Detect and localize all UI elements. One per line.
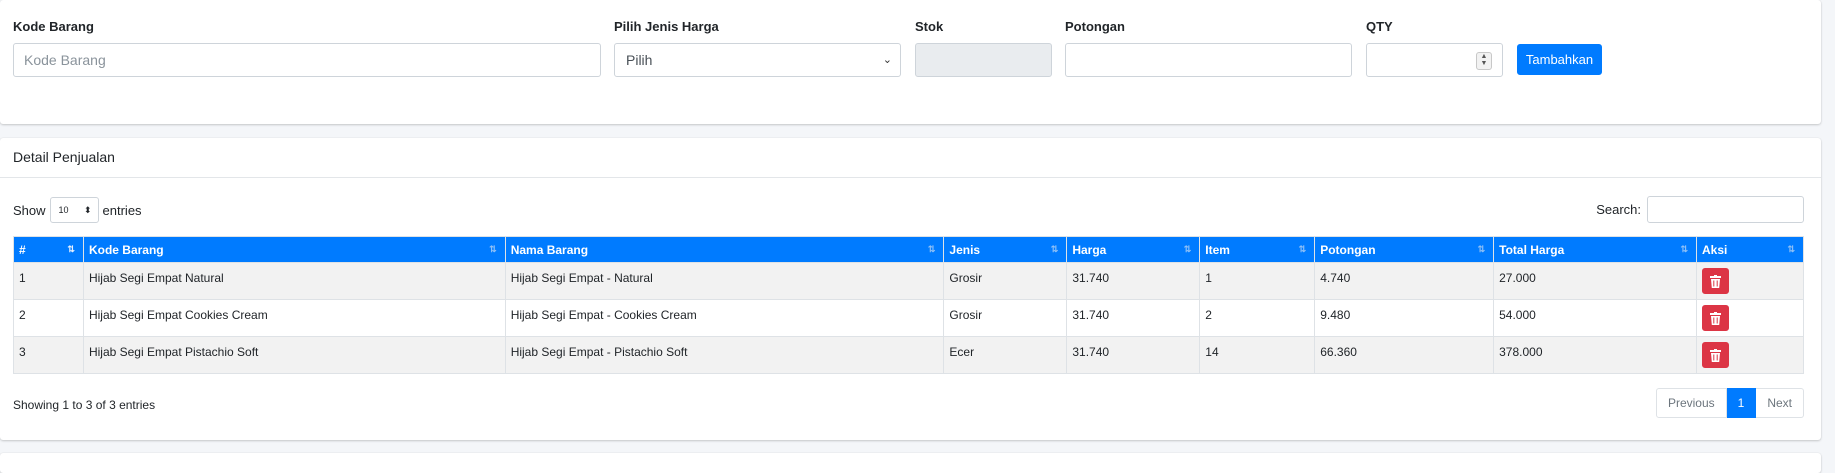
cell-no: 1 [13, 262, 84, 300]
cell-item: 2 [1199, 299, 1316, 337]
next-page-button[interactable]: Next [1756, 388, 1804, 418]
add-item-form-card: Kode Barang Pilih Jenis Harga Pilih ⌄ St… [0, 0, 1821, 124]
delete-button[interactable] [1702, 305, 1730, 331]
detail-table: # ⇅ Kode Barang ⇅ Nama Barang ⇅ Jenis ⇅ Harg… [13, 236, 1804, 374]
length-control: Show 10 ⬍ entries [13, 197, 142, 223]
search-control: Search: [1596, 196, 1804, 223]
cell-kode-barang: Hijab Segi Empat Natural [82, 262, 506, 300]
pagination: Previous 1 Next [1655, 388, 1804, 418]
trash-icon [1710, 274, 1722, 288]
sort-arrows-icon: ⇅ [489, 244, 497, 254]
cell-total-harga: 27.000 [1493, 262, 1698, 300]
card-title: Detail Penjualan [13, 149, 115, 165]
cell-potongan: 9.480 [1314, 299, 1495, 337]
jenis-harga-label: Pilih Jenis Harga [614, 19, 719, 34]
page-length-value: 10 [58, 205, 69, 215]
cell-nama-barang: Hijab Segi Empat - Cookies Cream [504, 299, 945, 337]
potongan-input[interactable] [1065, 43, 1352, 77]
delete-button[interactable] [1702, 268, 1730, 294]
table-info: Showing 1 to 3 of 3 entries [13, 398, 156, 412]
table-row: 3 Hijab Segi Empat Pistachio Soft Hijab … [13, 336, 1804, 374]
column-header-total-harga[interactable]: Total Harga ⇅ [1493, 236, 1698, 263]
tambahkan-button[interactable]: Tambahkan [1517, 44, 1602, 75]
cell-potongan: 4.740 [1314, 262, 1495, 300]
cell-harga: 31.740 [1066, 336, 1201, 374]
cell-harga: 31.740 [1066, 299, 1201, 337]
sort-arrows-icon: ⇅ [927, 244, 936, 254]
sort-arrows-icon: ⇅ [1298, 244, 1307, 254]
sort-arrows-icon: ⇅ [1680, 244, 1689, 254]
sort-arrows-icon: ⇅ [1787, 244, 1795, 254]
table-row: 1 Hijab Segi Empat Natural Hijab Segi Em… [13, 262, 1804, 300]
spinner-icon[interactable]: ▲ ▼ [1476, 52, 1492, 70]
column-header-aksi[interactable]: Aksi ⇅ [1696, 236, 1804, 263]
cell-kode-barang: Hijab Segi Empat Pistachio Soft [82, 336, 506, 374]
show-label: Show [13, 202, 46, 218]
next-card [0, 453, 1821, 473]
jenis-harga-selected: Pilih [626, 52, 653, 68]
cell-no: 2 [13, 299, 84, 337]
cell-total-harga: 54.000 [1493, 299, 1698, 337]
column-header-harga[interactable]: Harga ⇅ [1066, 236, 1201, 263]
jenis-harga-select[interactable]: Pilih ⌄ [614, 43, 901, 77]
cell-item: 1 [1199, 262, 1316, 300]
sort-arrows-icon: ⬍ [83, 205, 92, 215]
kode-barang-label: Kode Barang [13, 19, 94, 34]
cell-aksi [1696, 262, 1804, 300]
trash-icon [1710, 348, 1722, 362]
detail-penjualan-card: Detail Penjualan Show 10 ⬍ entries Searc… [0, 138, 1821, 440]
table-header-row: # ⇅ Kode Barang ⇅ Nama Barang ⇅ Jenis ⇅ Harg… [13, 236, 1804, 263]
cell-harga: 31.740 [1066, 262, 1201, 300]
sort-asc-icon: ⇅ [67, 244, 75, 254]
entries-label: entries [102, 202, 142, 218]
cell-nama-barang: Hijab Segi Empat - Natural [504, 262, 945, 300]
cell-jenis: Ecer [943, 336, 1068, 374]
card-header: Detail Penjualan [0, 138, 1821, 178]
column-header-item[interactable]: Item ⇅ [1199, 236, 1316, 263]
cell-jenis: Grosir [943, 299, 1068, 337]
cell-total-harga: 378.000 [1493, 336, 1698, 374]
kode-barang-input[interactable] [13, 43, 601, 77]
stok-input [915, 43, 1052, 77]
column-header-kode-barang[interactable]: Kode Barang ⇅ [82, 236, 506, 263]
qty-input[interactable]: ▲ ▼ [1366, 43, 1503, 77]
cell-kode-barang: Hijab Segi Empat Cookies Cream [82, 299, 506, 337]
cell-potongan: 66.360 [1314, 336, 1495, 374]
cell-aksi [1696, 299, 1804, 337]
cell-nama-barang: Hijab Segi Empat - Pistachio Soft [504, 336, 945, 374]
chevron-down-icon: ⌄ [882, 54, 892, 66]
column-header-nama-barang[interactable]: Nama Barang ⇅ [504, 236, 945, 263]
search-label: Search: [1596, 202, 1641, 217]
search-input[interactable] [1647, 196, 1804, 223]
sort-arrows-icon: ⇅ [1477, 244, 1486, 254]
column-header-no[interactable]: # ⇅ [13, 236, 84, 263]
column-header-potongan[interactable]: Potongan ⇅ [1314, 236, 1495, 263]
table-row: 2 Hijab Segi Empat Cookies Cream Hijab S… [13, 299, 1804, 337]
column-header-jenis[interactable]: Jenis ⇅ [943, 236, 1068, 263]
sort-arrows-icon: ⇅ [1050, 244, 1059, 254]
stok-label: Stok [915, 19, 944, 34]
cell-item: 14 [1199, 336, 1316, 374]
trash-icon [1710, 311, 1722, 325]
sort-arrows-icon: ⇅ [1183, 244, 1192, 254]
page-1-button[interactable]: 1 [1726, 388, 1757, 418]
previous-page-button[interactable]: Previous [1655, 388, 1727, 418]
potongan-label: Potongan [1065, 19, 1125, 34]
delete-button[interactable] [1702, 342, 1730, 368]
cell-no: 3 [13, 336, 84, 374]
page-length-select[interactable]: 10 ⬍ [49, 197, 99, 223]
qty-label: QTY [1366, 19, 1393, 34]
cell-jenis: Grosir [943, 262, 1068, 300]
cell-aksi [1696, 336, 1804, 374]
